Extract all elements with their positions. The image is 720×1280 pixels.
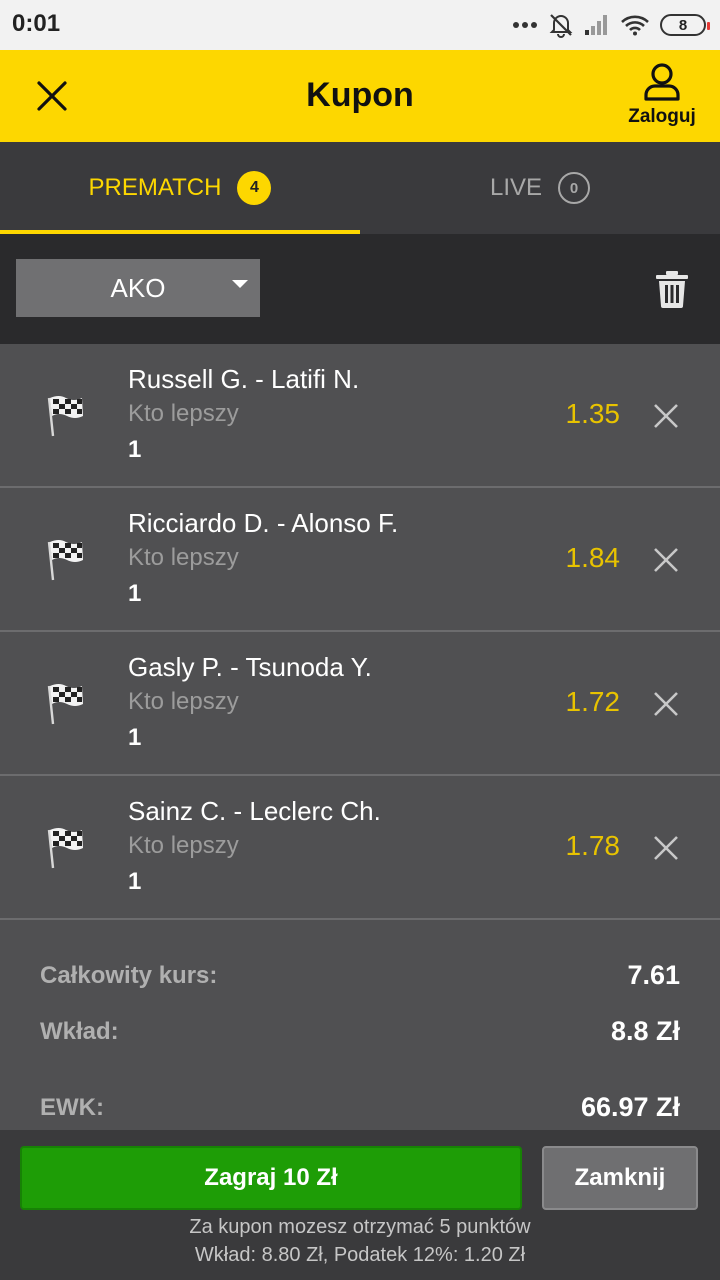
- live-count-badge: 0: [558, 172, 591, 204]
- bet-market: Kto lepszy: [128, 544, 239, 571]
- remove-bet-icon[interactable]: [652, 690, 680, 718]
- bet-odds: 1.72: [565, 686, 621, 717]
- bet-odds: 1.84: [565, 542, 621, 573]
- bet-row: Ricciardo D. - Alonso F. Kto lepszy 1 1.…: [0, 488, 720, 632]
- ewk-label: EWK:: [40, 1094, 104, 1121]
- tab-prematch-label: PREMATCH: [88, 174, 222, 201]
- bet-match: Sainz C. - Leclerc Ch.: [128, 796, 381, 826]
- play-button[interactable]: Zagraj 10 Zł: [20, 1146, 522, 1210]
- status-bar: 0:01 8: [0, 0, 720, 50]
- remove-bet-icon[interactable]: [652, 546, 680, 574]
- stake-label: Wkład:: [40, 1018, 119, 1045]
- trash-icon[interactable]: [654, 270, 690, 308]
- bet-match: Ricciardo D. - Alonso F.: [128, 508, 399, 538]
- tab-live-label: LIVE: [489, 174, 543, 201]
- checkered-flag-icon: [47, 684, 83, 725]
- bet-row: Gasly P. - Tsunoda Y. Kto lepszy 1 1.72: [0, 632, 720, 776]
- login-button[interactable]: Zaloguj: [624, 62, 700, 134]
- checkered-flag-icon: [47, 828, 83, 869]
- bet-odds: 1.78: [565, 830, 621, 861]
- bet-pick: 1: [128, 724, 142, 751]
- close-icon[interactable]: [30, 74, 74, 118]
- tab-bar: PREMATCH 4 LIVE 0: [0, 142, 720, 234]
- status-time: 0:01: [12, 10, 61, 37]
- close-coupon-button[interactable]: Zamknij: [542, 1146, 698, 1210]
- bet-row: Sainz C. - Leclerc Ch. Kto lepszy 1 1.78: [0, 776, 720, 920]
- dropdown-arrow-icon: [232, 280, 248, 288]
- page-title: Kupon: [306, 76, 414, 114]
- bet-match: Russell G. - Latifi N.: [128, 364, 360, 394]
- bet-pick: 1: [128, 868, 142, 895]
- status-icons: 8: [512, 8, 710, 42]
- checkered-flag-icon: [47, 540, 83, 581]
- signal-icon: [585, 15, 607, 35]
- bet-row: Russell G. - Latifi N. Kto lepszy 1 1.35: [0, 344, 720, 488]
- prematch-count-badge: 4: [237, 171, 272, 205]
- bet-odds: 1.35: [565, 398, 621, 429]
- tab-live[interactable]: LIVE 0: [360, 142, 720, 234]
- login-label: Zaloguj: [628, 106, 696, 127]
- app-header: Kupon Zaloguj: [0, 50, 720, 142]
- more-dots-icon: [513, 22, 537, 28]
- checkered-flag-icon: [47, 396, 83, 437]
- remove-bet-icon[interactable]: [652, 834, 680, 862]
- stake-value: 8.8 Zł: [610, 1016, 680, 1046]
- bet-market: Kto lepszy: [128, 688, 239, 715]
- bet-list: Russell G. - Latifi N. Kto lepszy 1 1.35…: [0, 344, 720, 920]
- tax-note: Wkład: 8.80 Zł, Podatek 12%: 1.20 Zł: [194, 1244, 526, 1266]
- tab-prematch[interactable]: PREMATCH 4: [0, 142, 360, 234]
- remove-bet-icon[interactable]: [652, 402, 680, 430]
- muted-bell-icon: [549, 14, 573, 38]
- bet-type-row: AKO: [0, 234, 720, 344]
- battery-icon: 8: [660, 14, 710, 36]
- bet-market: Kto lepszy: [128, 400, 239, 427]
- total-odds-value: 7.61: [627, 960, 680, 990]
- points-note: Za kupon mozesz otrzymać 5 punktów: [189, 1216, 531, 1238]
- user-icon: [644, 63, 680, 101]
- ewk-value: 66.97 Zł: [580, 1092, 680, 1122]
- coupon-footer: Zagraj 10 Zł Zamknij Za kupon mozesz otr…: [0, 1130, 720, 1280]
- bet-pick: 1: [128, 436, 142, 463]
- battery-level: 8: [678, 16, 688, 34]
- bet-market: Kto lepszy: [128, 832, 239, 859]
- wifi-icon: [621, 15, 649, 36]
- coupon-summary: Całkowity kurs: 7.61 Wkład: 8.8 Zł EWK: …: [0, 920, 720, 1130]
- bet-type-dropdown[interactable]: AKO: [16, 259, 260, 317]
- bet-match: Gasly P. - Tsunoda Y.: [128, 652, 372, 682]
- bet-pick: 1: [128, 580, 142, 607]
- total-odds-label: Całkowity kurs:: [40, 962, 218, 989]
- bet-type-selected: AKO: [110, 272, 166, 303]
